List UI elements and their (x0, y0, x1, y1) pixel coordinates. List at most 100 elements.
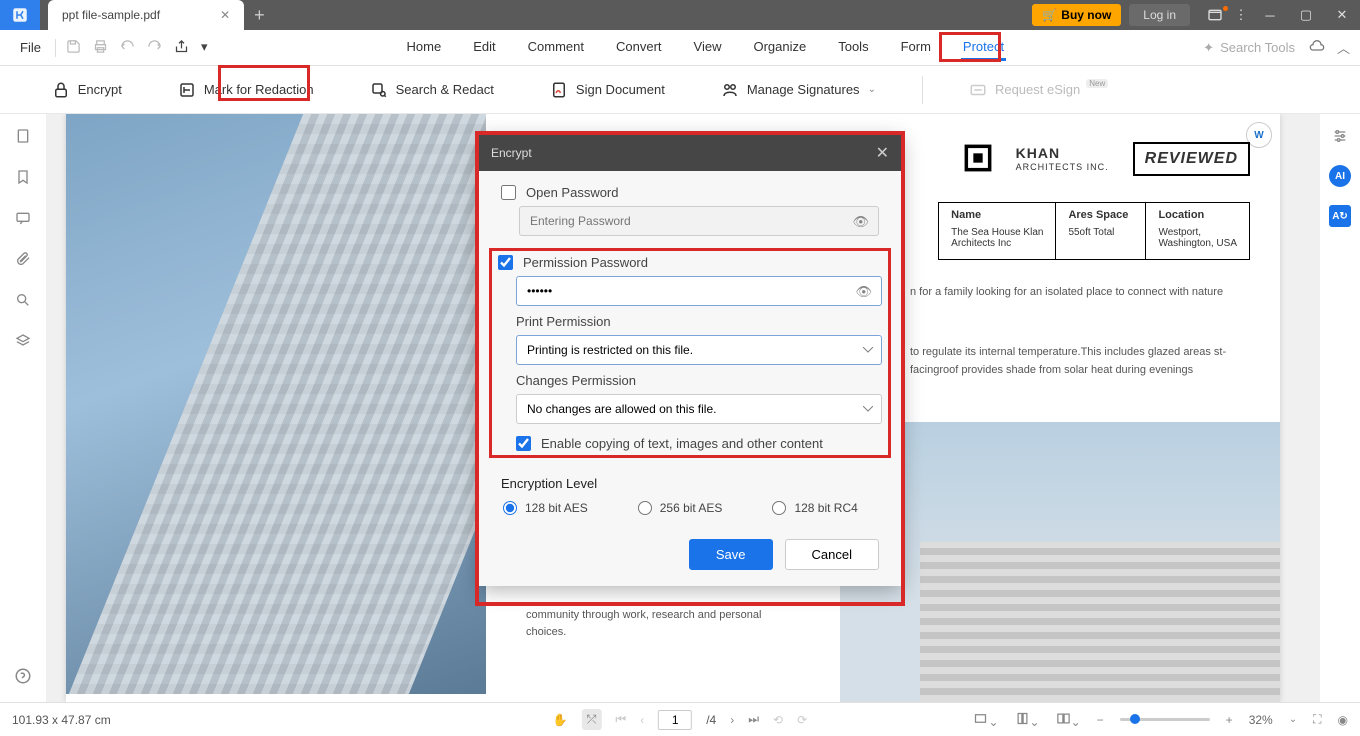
cloud-icon[interactable] (1309, 38, 1325, 57)
rotate-right-icon[interactable]: ⟳ (797, 713, 807, 727)
page-layout-icon[interactable]: ⌄ (1015, 711, 1040, 729)
more-menu-icon[interactable]: ⋮ (1230, 7, 1252, 23)
minimize-icon[interactable]: ─ (1252, 0, 1288, 30)
layers-icon[interactable] (15, 333, 31, 352)
bookmarks-icon[interactable] (15, 169, 31, 188)
share-icon[interactable] (174, 39, 189, 57)
document-tab[interactable]: ppt file-sample.pdf ✕ (48, 0, 244, 30)
menu-bar: File ▾ Home Edit Comment Convert View Or… (0, 30, 1360, 66)
read-mode-icon[interactable]: ⌄ (1056, 711, 1081, 729)
encrypt-button[interactable]: Encrypt (42, 75, 132, 105)
file-menu[interactable]: File (10, 40, 51, 55)
tab-form[interactable]: Form (899, 35, 933, 61)
save-button[interactable]: Save (689, 539, 773, 570)
tab-convert[interactable]: Convert (614, 35, 664, 61)
wand-icon: ✦ (1203, 40, 1214, 56)
select-tool-icon[interactable]: ⤱ (582, 709, 602, 730)
close-tab-icon[interactable]: ✕ (220, 8, 230, 22)
save-icon[interactable] (66, 39, 81, 57)
login-button[interactable]: Log in (1129, 4, 1190, 26)
app-logo-icon[interactable] (0, 0, 40, 30)
next-page-icon[interactable]: › (730, 713, 734, 727)
zoom-slider[interactable] (1120, 718, 1210, 721)
redaction-icon (178, 81, 196, 99)
close-window-icon[interactable]: ✕ (1324, 0, 1360, 30)
sign-document-label: Sign Document (576, 82, 665, 97)
redo-icon[interactable] (147, 39, 162, 57)
open-password-label: Open Password (526, 185, 619, 200)
sliders-icon[interactable] (1332, 128, 1348, 147)
tab-comment[interactable]: Comment (526, 35, 586, 61)
ai-icon[interactable]: AI (1329, 165, 1351, 187)
page-number-input[interactable] (658, 710, 692, 730)
tab-tools[interactable]: Tools (836, 35, 870, 61)
khan-logo-icon (964, 144, 992, 175)
print-icon[interactable] (93, 39, 108, 57)
tab-view[interactable]: View (692, 35, 724, 61)
mark-redaction-button[interactable]: Mark for Redaction (168, 75, 324, 105)
radio-128-rc4[interactable]: 128 bit RC4 (772, 501, 857, 515)
changes-permission-select[interactable]: No changes are allowed on this file. (516, 394, 882, 424)
left-sidebar (0, 114, 46, 702)
permission-password-input[interactable] (516, 276, 882, 306)
search-redact-icon (370, 81, 388, 99)
prev-page-icon[interactable]: ‹ (640, 713, 644, 727)
cancel-button[interactable]: Cancel (785, 539, 879, 570)
tab-protect[interactable]: Protect (961, 35, 1006, 61)
undo-icon[interactable] (120, 39, 135, 57)
radio-256-aes[interactable]: 256 bit AES (638, 501, 723, 515)
cart-icon: 🛒 (1042, 8, 1057, 22)
info-table: NameThe Sea House KlanArchitects Inc Are… (938, 202, 1250, 260)
right-sidebar: AI A↻ (1320, 114, 1360, 702)
zoom-in-icon[interactable]: + (1226, 713, 1233, 727)
last-page-icon[interactable]: ⏭ (748, 712, 759, 727)
collapse-ribbon-icon[interactable]: ︿ (1337, 38, 1350, 57)
open-password-checkbox[interactable]: Open Password (501, 185, 879, 200)
search-panel-icon[interactable] (15, 292, 31, 311)
building-image-left (66, 114, 486, 694)
zoom-out-icon[interactable]: − (1097, 713, 1104, 727)
permission-password-checkbox[interactable]: Permission Password (498, 255, 882, 270)
building-image-right (840, 422, 1280, 702)
hand-tool-icon[interactable]: ✋ (553, 713, 568, 727)
search-redact-button[interactable]: Search & Redact (360, 75, 504, 105)
dialog-close-icon[interactable]: ✕ (876, 143, 889, 163)
help-icon[interactable] (14, 667, 32, 688)
radio-128-aes[interactable]: 128 bit AES (503, 501, 588, 515)
chevron-down-icon: ⌄ (868, 84, 876, 95)
ribbon-protect: Encrypt Mark for Redaction Search & Reda… (0, 66, 1360, 114)
dialog-title: Encrypt (491, 146, 532, 160)
doc-paragraph-2: to regulate its internal temperature.Thi… (910, 344, 1250, 379)
dimensions-readout: 101.93 x 47.87 cm (12, 713, 111, 727)
search-redact-label: Search & Redact (396, 82, 494, 97)
enable-copying-checkbox[interactable]: Enable copying of text, images and other… (516, 436, 882, 451)
new-tab-button[interactable]: + (254, 5, 265, 26)
main-tabs: Home Edit Comment Convert View Organize … (207, 35, 1203, 61)
request-esign-button[interactable]: Request eSign New (959, 75, 1118, 105)
fullscreen-icon[interactable]: ⛶ (1313, 712, 1321, 727)
fit-width-icon[interactable]: ⌄ (973, 711, 998, 729)
eye-icon[interactable]: 👁 (855, 284, 872, 300)
manage-signatures-button[interactable]: Manage Signatures ⌄ (711, 75, 886, 105)
comments-panel-icon[interactable] (15, 210, 31, 229)
doc-paragraph-1: n for a family looking for an isolated p… (910, 284, 1250, 302)
tab-home[interactable]: Home (405, 35, 444, 61)
title-bar: ppt file-sample.pdf ✕ + 🛒 Buy now Log in… (0, 0, 1360, 30)
search-tools[interactable]: ✦ Search Tools (1203, 40, 1295, 56)
tab-edit[interactable]: Edit (471, 35, 497, 61)
rotate-left-icon[interactable]: ⟲ (773, 713, 783, 727)
print-permission-select[interactable]: Printing is restricted on this file. (516, 335, 882, 365)
sign-document-button[interactable]: Sign Document (540, 75, 675, 105)
attachments-icon[interactable] (15, 251, 31, 270)
first-page-icon[interactable]: ⏮ (615, 712, 626, 727)
reading-mode-icon[interactable]: ◉ (1338, 713, 1348, 727)
thumbnails-icon[interactable] (15, 128, 31, 147)
tab-organize[interactable]: Organize (751, 35, 808, 61)
eye-icon[interactable]: 👁 (852, 214, 869, 230)
enable-copying-label: Enable copying of text, images and other… (541, 436, 823, 451)
permission-password-label: Permission Password (523, 255, 648, 270)
messages-icon[interactable] (1200, 0, 1230, 30)
buy-now-button[interactable]: 🛒 Buy now (1032, 4, 1121, 26)
translate-icon[interactable]: A↻ (1329, 205, 1351, 227)
maximize-icon[interactable]: ▢ (1288, 0, 1324, 30)
